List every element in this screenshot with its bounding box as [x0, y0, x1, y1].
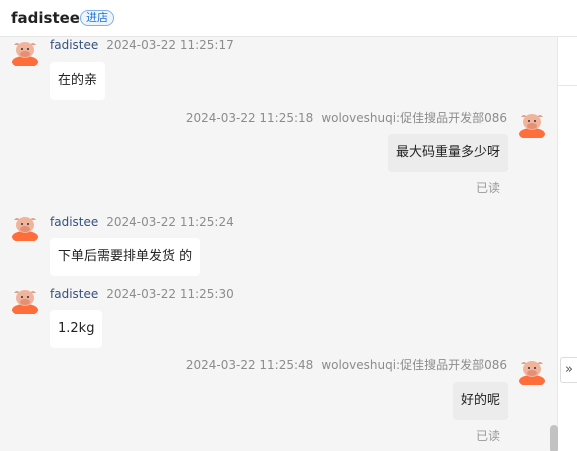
message-meta: 2024-03-22 11:25:18 woloveshuqi:促佳搜品开发部08… — [186, 111, 507, 125]
message-time: 2024-03-22 11:25:17 — [106, 38, 234, 52]
message-meta: fadistee 2024-03-22 11:25:30 — [50, 287, 234, 301]
expand-panel-button[interactable]: » — [560, 357, 577, 383]
message-time: 2024-03-22 11:25:48 — [185, 358, 314, 372]
message-bubble: 1.2kg — [50, 310, 103, 348]
agent-avatar — [518, 110, 546, 140]
double-chevron-right-icon: » — [565, 362, 573, 377]
sender-name: fadistee — [50, 38, 99, 52]
cow-avatar-icon — [12, 42, 38, 68]
enter-shop-button[interactable]: 进店 — [80, 10, 114, 26]
message-bubble: 好的呢 — [452, 382, 508, 420]
chat-header: fadistee 进店 — [0, 0, 577, 37]
message-bubble: 最大码重量多少呀 — [387, 134, 508, 172]
customer-avatar — [11, 213, 39, 243]
chat-window: fadistee 进店 fadistee 2024-03-22 11:25:17 … — [0, 0, 577, 451]
message-time: 2024-03-22 11:25:24 — [106, 215, 234, 229]
read-status: 已读 — [475, 181, 500, 195]
sender-name: woloveshuqi:促佳搜品开发部086 — [321, 358, 507, 372]
scrollbar-thumb[interactable] — [550, 425, 558, 451]
contact-name: fadistee — [11, 9, 80, 27]
cow-avatar-icon — [519, 114, 545, 140]
customer-avatar — [11, 38, 39, 68]
message-meta: fadistee 2024-03-22 11:25:24 — [50, 215, 234, 229]
message-meta: fadistee 2024-03-22 11:25:17 — [50, 38, 234, 52]
sender-name: woloveshuqi:促佳搜品开发部086 — [321, 111, 507, 125]
divider — [558, 85, 577, 86]
message-bubble: 下单后需要排单发货 的 — [50, 238, 201, 276]
side-panel-edge — [557, 37, 577, 451]
cow-avatar-icon — [12, 217, 38, 243]
message-time: 2024-03-22 11:25:18 — [185, 111, 314, 125]
customer-avatar — [11, 286, 39, 316]
sender-name: fadistee — [50, 215, 99, 229]
cow-avatar-icon — [519, 361, 545, 387]
cow-avatar-icon — [12, 290, 38, 316]
message-meta: 2024-03-22 11:25:48 woloveshuqi:促佳搜品开发部08… — [186, 358, 507, 372]
sender-name: fadistee — [50, 287, 99, 301]
message-bubble: 在的亲 — [50, 62, 106, 100]
read-status: 已读 — [475, 429, 500, 443]
message-time: 2024-03-22 11:25:30 — [106, 287, 234, 301]
agent-avatar — [518, 357, 546, 387]
